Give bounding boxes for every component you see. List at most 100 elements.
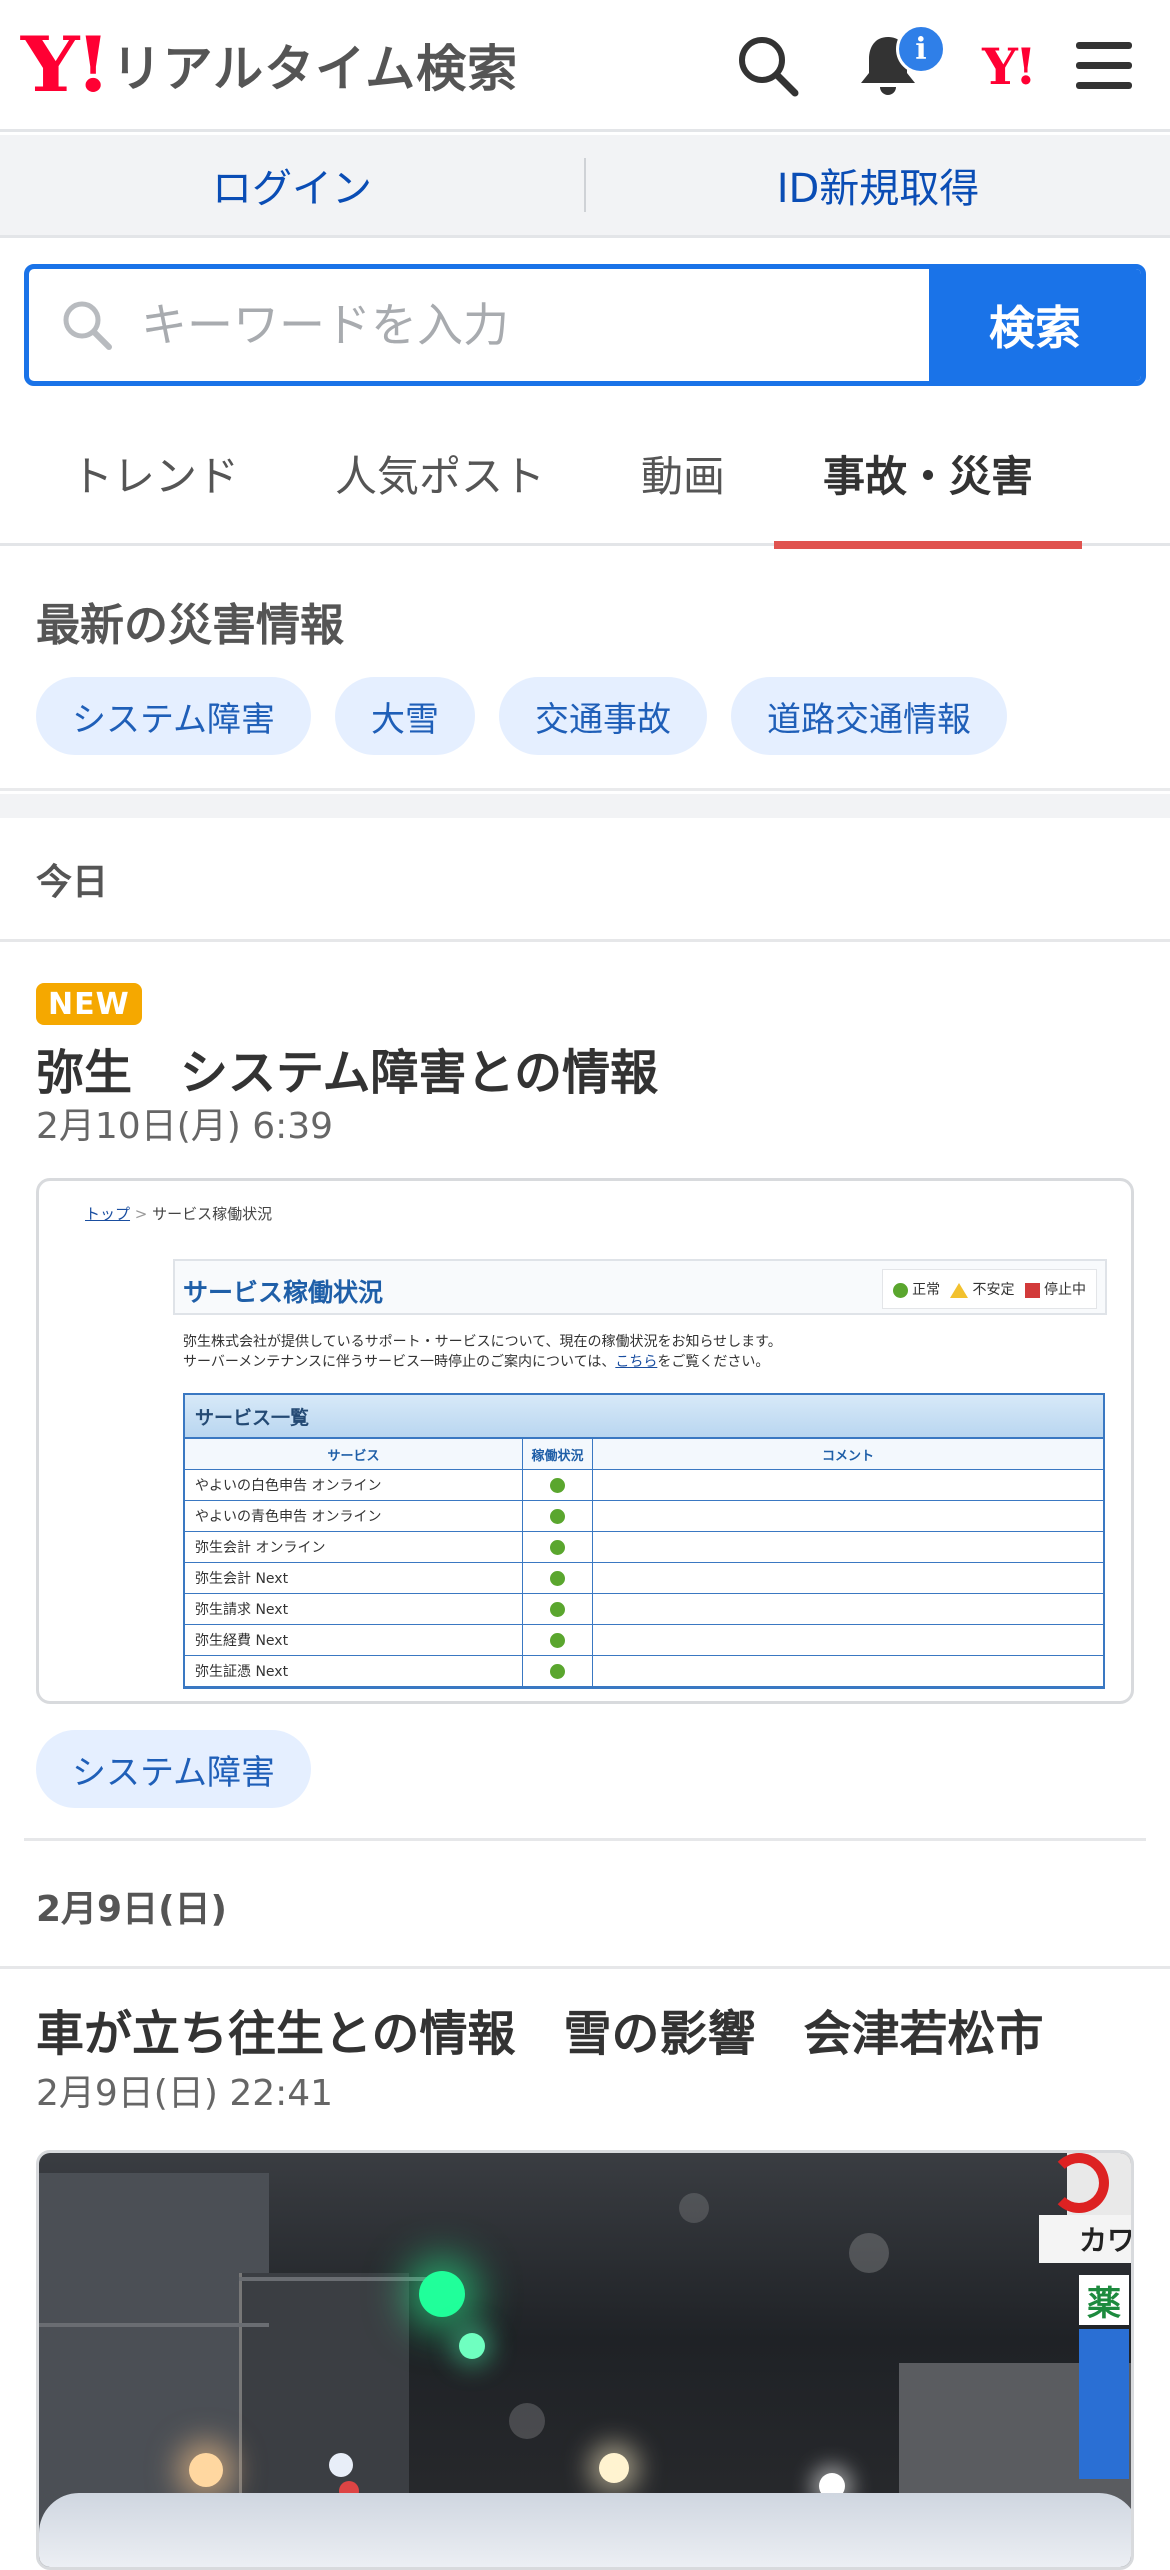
thumb-service-status bbox=[523, 1625, 593, 1655]
thumb-service-status bbox=[523, 1532, 593, 1562]
date-header: 今日 bbox=[0, 818, 1170, 942]
search-box: 検索 bbox=[24, 264, 1146, 386]
logo-title: リアルタイム検索 bbox=[111, 40, 519, 98]
thumb-service-status bbox=[523, 1656, 593, 1686]
legend-unstable: 不安定 bbox=[950, 1279, 1015, 1299]
stopped-status-icon bbox=[1024, 1282, 1040, 1298]
article-datetime: 2月9日(日) 22:41 bbox=[36, 2073, 334, 2114]
chip-heavy-snow[interactable]: 大雪 bbox=[334, 677, 475, 755]
thumb-service-name: 弥生請求 Next bbox=[185, 1594, 523, 1624]
thumb-intro-line1: 弥生株式会社が提供しているサポート・サービスについて、現在の稼働状況をお知らせし… bbox=[183, 1334, 782, 1350]
tab-accident-disaster[interactable]: 事故・災害 bbox=[774, 400, 1082, 549]
thumb-legend: 正常 不安定 停止中 bbox=[881, 1269, 1097, 1309]
search-icon[interactable] bbox=[726, 24, 810, 108]
article-tag-chip[interactable]: システム障害 bbox=[36, 1730, 311, 1808]
tab-popular-posts[interactable]: 人気ポスト bbox=[320, 400, 560, 546]
normal-status-icon bbox=[550, 1539, 565, 1555]
article-title[interactable]: 弥生 システム障害との情報 bbox=[36, 1033, 658, 1103]
thumb-breadcrumb-link: トップ bbox=[85, 1205, 131, 1223]
normal-status-icon bbox=[550, 1632, 565, 1648]
app-header: Y! リアルタイム検索 i Y! bbox=[0, 0, 1170, 132]
thumb-service-status bbox=[523, 1563, 593, 1593]
night-snow-street-photo: カワ 薬 bbox=[39, 2153, 1131, 2567]
tab-video[interactable]: 動画 bbox=[600, 400, 766, 546]
thumb-service-name: 弥生会計 Next bbox=[185, 1563, 523, 1593]
search-field bbox=[29, 269, 929, 381]
article-card[interactable]: 車が立ち往生との情報 雪の影響 会津若松市 2月9日(日) 22:41 カワ 薬 bbox=[0, 1972, 1170, 2570]
thumb-breadcrumb-current: サービス稼働状況 bbox=[152, 1205, 273, 1223]
thumb-heading-box: サービス稼働状況 正常 不安定 停止中 bbox=[173, 1259, 1107, 1315]
notification-bell-icon[interactable]: i bbox=[846, 24, 946, 108]
register-link[interactable]: ID新規取得 bbox=[586, 156, 1170, 214]
thumb-col-status: 稼働状況 bbox=[523, 1439, 593, 1469]
thumb-service-table: サービス一覧 サービス 稼働状況 コメント やよいの白色申告 オンライン やよいの… bbox=[183, 1393, 1105, 1689]
thumb-table-row: 弥生会計 Next bbox=[185, 1563, 1103, 1594]
thumb-table-title: サービス一覧 bbox=[185, 1395, 1103, 1439]
normal-status-icon bbox=[892, 1282, 908, 1298]
article-title[interactable]: 車が立ち往生との情報 雪の影響 会津若松市 bbox=[36, 1994, 1044, 2064]
latest-disaster-section: 最新の災害情報 システム障害 大雪 交通事故 道路交通情報 bbox=[0, 549, 1170, 791]
date-header: 2月9日(日) bbox=[0, 1845, 1170, 1969]
tab-trend[interactable]: トレンド bbox=[30, 400, 280, 546]
search-input[interactable] bbox=[141, 298, 841, 352]
thumb-col-service: サービス bbox=[185, 1439, 523, 1469]
thumb-service-comment bbox=[593, 1563, 1103, 1593]
thumb-col-comment: コメント bbox=[821, 1448, 874, 1464]
chip-traffic-accident[interactable]: 交通事故 bbox=[498, 677, 707, 755]
yahoo-realtime-logo[interactable]: Y! リアルタイム検索 bbox=[20, 20, 519, 109]
thumb-table-row: やよいの白色申告 オンライン bbox=[185, 1470, 1103, 1501]
normal-status-icon bbox=[550, 1477, 565, 1493]
article-datetime: 2月10日(月) 6:39 bbox=[36, 1106, 334, 1147]
yahoo-japan-mark: Y! bbox=[982, 36, 1037, 96]
thumb-table-header-row: サービス 稼働状況 コメント bbox=[185, 1439, 1103, 1470]
notification-badge: i bbox=[896, 24, 946, 74]
thumb-service-comment bbox=[593, 1656, 1103, 1686]
thumb-service-name: 弥生経費 Next bbox=[185, 1625, 523, 1655]
pharmacy-sign: 薬 bbox=[1079, 2275, 1129, 2325]
thumb-service-name: やよいの青色申告 オンライン bbox=[185, 1501, 523, 1531]
feed-divider bbox=[24, 1838, 1146, 1841]
thumb-service-comment bbox=[593, 1470, 1103, 1500]
thumb-service-name: 弥生会計 オンライン bbox=[185, 1532, 523, 1562]
thumb-table-row: 弥生経費 Next bbox=[185, 1625, 1103, 1656]
category-tabs: トレンド 人気ポスト 動画 事故・災害 bbox=[0, 400, 1170, 549]
thumb-intro-line2: サーバーメンテナンスに伴うサービス一時停止のご案内については、こちらをご覧くださ… bbox=[183, 1354, 770, 1370]
thumb-service-status bbox=[523, 1501, 593, 1531]
search-button[interactable]: 検索 bbox=[929, 269, 1141, 381]
unstable-status-icon bbox=[950, 1282, 969, 1298]
section-title: 最新の災害情報 bbox=[36, 600, 344, 651]
section-gap bbox=[0, 794, 1170, 818]
legend-normal: 正常 bbox=[892, 1279, 940, 1299]
thumb-service-name: 弥生証憑 Next bbox=[185, 1656, 523, 1686]
thumb-service-name: やよいの白色申告 オンライン bbox=[185, 1470, 523, 1500]
thumb-table-row: やよいの青色申告 オンライン bbox=[185, 1501, 1103, 1532]
thumb-table-row: 弥生会計 オンライン bbox=[185, 1532, 1103, 1563]
thumb-service-status bbox=[523, 1470, 593, 1500]
thumb-service-status bbox=[523, 1594, 593, 1624]
thumb-breadcrumb-separator: > bbox=[134, 1205, 148, 1223]
disaster-chip-list: システム障害 大雪 交通事故 道路交通情報 bbox=[36, 677, 1007, 755]
normal-status-icon bbox=[550, 1570, 565, 1586]
new-badge: NEW bbox=[36, 983, 142, 1025]
yahoo-logo-mark: Y! bbox=[20, 20, 111, 109]
chip-road-traffic-info[interactable]: 道路交通情報 bbox=[730, 677, 1007, 755]
article-card[interactable]: NEW 弥生 システム障害との情報 2月10日(月) 6:39 トップ > サー… bbox=[0, 945, 1170, 1845]
login-link[interactable]: ログイン bbox=[0, 156, 584, 214]
service-status-screenshot: トップ > サービス稼働状況 サービス稼働状況 正常 不安定 停止中 弥生株式会… bbox=[39, 1181, 1131, 1701]
search-field-icon bbox=[63, 301, 112, 350]
thumb-table-row: 弥生請求 Next bbox=[185, 1594, 1103, 1625]
normal-status-icon bbox=[550, 1508, 565, 1524]
thumb-service-comment bbox=[593, 1501, 1103, 1531]
thumb-service-comment bbox=[593, 1594, 1103, 1624]
chip-system-failure[interactable]: システム障害 bbox=[36, 677, 311, 755]
thumb-table-row: 弥生証憑 Next bbox=[185, 1656, 1103, 1687]
account-bar: ログイン ID新規取得 bbox=[0, 135, 1170, 238]
legend-stopped: 停止中 bbox=[1024, 1279, 1086, 1299]
article-thumbnail[interactable]: トップ > サービス稼働状況 サービス稼働状況 正常 不安定 停止中 弥生株式会… bbox=[36, 1178, 1134, 1704]
store-sign: カワ bbox=[1039, 2215, 1131, 2263]
article-thumbnail[interactable]: カワ 薬 bbox=[36, 2150, 1134, 2570]
yahoo-japan-icon[interactable]: Y! bbox=[966, 24, 1050, 108]
hamburger-menu-icon[interactable] bbox=[1062, 24, 1146, 108]
thumb-service-comment bbox=[593, 1625, 1103, 1655]
normal-status-icon bbox=[550, 1663, 565, 1679]
